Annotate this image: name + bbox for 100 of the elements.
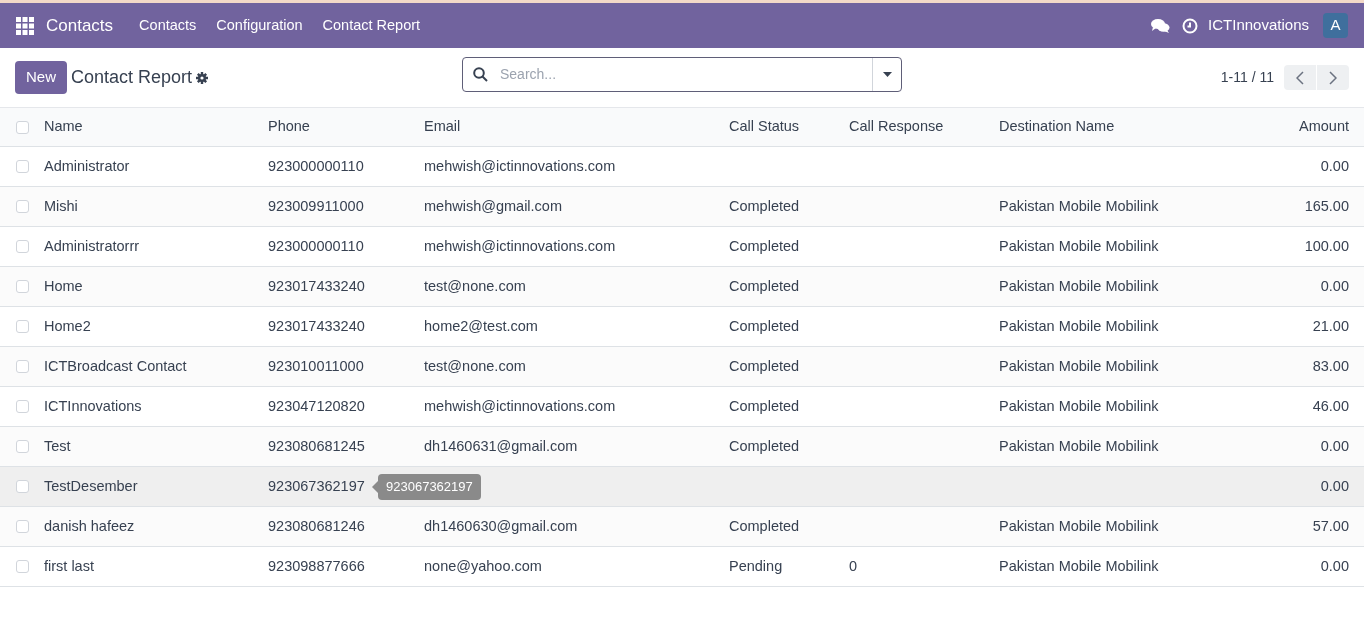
- tooltip-arrow: [372, 481, 378, 493]
- column-header[interactable]: Email: [424, 118, 461, 135]
- table-cell: Administratorrr: [44, 237, 140, 254]
- chevron-right-icon: [1329, 70, 1337, 85]
- column-header[interactable]: Call Response: [849, 118, 944, 135]
- menu-item[interactable]: Contact Report: [312, 14, 431, 37]
- checkbox[interactable]: [16, 160, 29, 173]
- table-cell: Completed: [729, 437, 800, 454]
- checkbox[interactable]: [16, 320, 29, 333]
- table-cell: Pakistan Mobile Mobilink: [999, 517, 1159, 534]
- table-row[interactable]: ICTBroadcast Contact 923010011000 test@none.com Completed Pakistan Mobile Mobilink 83.00: [0, 347, 1364, 387]
- search-field[interactable]: Search...: [500, 64, 872, 85]
- checkbox[interactable]: [16, 280, 29, 293]
- table-cell: 923009911000: [268, 197, 364, 214]
- column-header[interactable]: Destination Name: [999, 118, 1115, 135]
- table-cell: Pakistan Mobile Mobilink: [999, 277, 1159, 294]
- column-header[interactable]: Name: [44, 118, 83, 135]
- checkbox[interactable]: [16, 200, 29, 213]
- table-row[interactable]: Test 923080681245 dh1460631@gmail.com Completed Pakistan Mobile Mobilink 0.00: [0, 427, 1364, 467]
- checkbox[interactable]: [16, 400, 29, 413]
- table-cell: 0.00: [1320, 557, 1349, 574]
- checkbox[interactable]: [16, 480, 29, 493]
- menu-item[interactable]: Contacts: [129, 14, 207, 37]
- table-cell: test@none.com: [424, 277, 526, 294]
- table-cell: Pakistan Mobile Mobilink: [999, 237, 1159, 254]
- table-cell: 0: [849, 557, 858, 574]
- page-title: Contact Report: [71, 66, 193, 89]
- table-cell: dh1460631@gmail.com: [424, 437, 578, 454]
- table-cell: Pakistan Mobile Mobilink: [999, 437, 1159, 454]
- table-cell: 0.00: [1320, 437, 1349, 454]
- table-cell: ICTInnovations: [44, 397, 142, 414]
- table-cell: 923067362197: [268, 477, 365, 494]
- next-button[interactable]: [1317, 65, 1349, 90]
- table-cell: 923017433240: [268, 317, 365, 334]
- checkbox[interactable]: [16, 360, 29, 373]
- company-name[interactable]: ICTInnovations: [1208, 14, 1309, 37]
- gear-icon[interactable]: [196, 71, 209, 84]
- checkbox[interactable]: [16, 240, 29, 253]
- table-cell: 923098877666: [268, 557, 365, 574]
- apps-menu-icon[interactable]: [16, 16, 34, 35]
- table-cell: TestDesember: [44, 477, 138, 494]
- table-cell: 923080681245: [268, 437, 365, 454]
- table-cell: Pakistan Mobile Mobilink: [999, 397, 1159, 414]
- table-cell: Administrator: [44, 157, 130, 174]
- column-header[interactable]: Phone: [268, 118, 310, 135]
- pager-value: 1-11 / 11: [1220, 68, 1274, 87]
- table-cell: none@yahoo.com: [424, 557, 542, 574]
- table-row[interactable]: Mishi 923009911000 mehwish@gmail.com Completed Pakistan Mobile Mobilink 165.00: [0, 187, 1364, 227]
- table-row[interactable]: danish hafeez 923080681246 dh1460630@gmail.com Completed Pakistan Mobile Mobilink 57.00: [0, 507, 1364, 547]
- table-cell: 165.00: [1304, 197, 1349, 214]
- table-cell: 46.00: [1312, 397, 1349, 414]
- table-cell: mehwish@gmail.com: [424, 197, 562, 214]
- column-header[interactable]: Amount: [1299, 118, 1349, 135]
- table-cell: Pakistan Mobile Mobilink: [999, 557, 1159, 574]
- clock-icon[interactable]: [1182, 17, 1199, 34]
- checkbox[interactable]: [16, 520, 29, 533]
- table-cell: 0.00: [1320, 157, 1349, 174]
- search-bar[interactable]: Search...: [462, 57, 902, 92]
- table-cell: first last: [44, 557, 94, 574]
- column-header[interactable]: Call Status: [729, 118, 800, 135]
- caret-icon: [882, 72, 892, 77]
- chevron-left-icon: [1296, 70, 1304, 85]
- table-cell: test@none.com: [424, 357, 526, 374]
- table-cell: Completed: [729, 237, 800, 254]
- table-cell: Completed: [729, 277, 800, 294]
- table-cell: Pakistan Mobile Mobilink: [999, 317, 1159, 334]
- table-cell: mehwish@ictinnovations.com: [424, 157, 616, 174]
- table-cell: Mishi: [44, 197, 78, 214]
- table-row[interactable]: Home 923017433240 test@none.com Completed Pakistan Mobile Mobilink 0.00: [0, 267, 1364, 307]
- table-cell: Test: [44, 437, 71, 454]
- previous-button[interactable]: [1284, 65, 1316, 90]
- table-cell: 923010011000: [268, 357, 364, 374]
- table-cell: Pakistan Mobile Mobilink: [999, 197, 1159, 214]
- table-cell: ICTBroadcast Contact: [44, 357, 187, 374]
- table-cell: Home2: [44, 317, 91, 334]
- table-cell: 923047120820: [268, 397, 365, 414]
- table-cell: Completed: [729, 397, 800, 414]
- checkbox[interactable]: [16, 560, 29, 573]
- table-cell: 923000000110: [268, 157, 364, 174]
- new-button[interactable]: New: [15, 61, 67, 94]
- table-cell: 923000000110: [268, 237, 364, 254]
- app-name[interactable]: Contacts: [46, 12, 114, 39]
- table-cell: home2@test.com: [424, 317, 538, 334]
- checkbox[interactable]: [16, 440, 29, 453]
- table-cell: 100.00: [1304, 237, 1349, 254]
- table-cell: 923017433240: [268, 277, 365, 294]
- menu-item[interactable]: Configuration: [206, 14, 313, 37]
- table-cell: 21.00: [1312, 317, 1349, 334]
- table-cell: mehwish@ictinnovations.com: [424, 237, 616, 254]
- table-cell: 0.00: [1320, 477, 1349, 494]
- table-cell: Pending: [729, 557, 783, 574]
- table-cell: 57.00: [1312, 517, 1349, 534]
- user-avatar[interactable]: A: [1323, 13, 1348, 38]
- table-cell: 0.00: [1320, 277, 1349, 294]
- table-cell: Completed: [729, 517, 800, 534]
- table-cell: dh1460630@gmail.com: [424, 517, 578, 534]
- search-icon: [473, 67, 488, 82]
- chat-icon[interactable]: [1151, 17, 1171, 34]
- table-cell: danish hafeez: [44, 517, 135, 534]
- checkbox[interactable]: [16, 120, 29, 134]
